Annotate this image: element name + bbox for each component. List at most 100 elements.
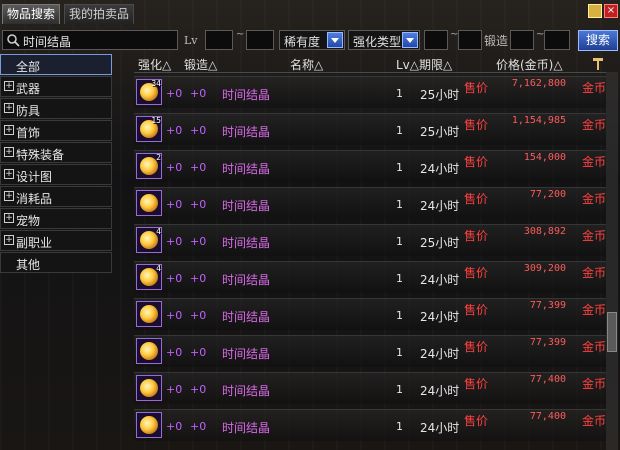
item-price: 154,000 <box>523 152 566 163</box>
enhance-value: +0 <box>166 235 183 248</box>
time-crystal-icon[interactable]: 4 <box>136 264 162 290</box>
item-term: 24小时 <box>420 384 460 398</box>
level-min-input[interactable] <box>205 30 233 50</box>
forge-max-input[interactable] <box>544 30 570 50</box>
crystal-orb-icon <box>140 194 158 212</box>
forge-value: +0 <box>190 272 207 285</box>
expand-plus-icon[interactable]: + <box>4 235 14 245</box>
scrollbar-thumb[interactable] <box>607 312 617 352</box>
table-row[interactable]: +0 +0 时间结晶 1 24小时 售价 77,399 金币 <box>134 298 606 330</box>
table-row[interactable]: 15 +0 +0 时间结晶 1 25小时 售价 1,154,985 金币 <box>134 113 606 145</box>
level-range-tilde: ~ <box>236 29 245 40</box>
expand-plus-icon[interactable]: + <box>4 103 14 113</box>
forge-value: +0 <box>190 346 207 359</box>
sidebar-item-blueprints[interactable]: + 设计图 <box>0 164 112 185</box>
rarity-dropdown[interactable]: 稀有度 <box>279 30 345 50</box>
crystal-orb-icon <box>140 305 158 323</box>
time-crystal-icon[interactable]: 4 <box>136 227 162 253</box>
item-name: 时间结晶 <box>222 236 271 250</box>
forge-min-input[interactable] <box>510 30 534 50</box>
forge-value: +0 <box>190 87 207 100</box>
currency-label: 金币 <box>581 81 606 95</box>
minimize-icon[interactable] <box>588 4 602 18</box>
sidebar-item-weapons[interactable]: + 武器 <box>0 76 112 97</box>
search-button[interactable]: 搜索 <box>578 30 618 51</box>
results-scrollbar[interactable] <box>606 72 618 450</box>
column-header-name[interactable]: 名称△ <box>290 56 323 73</box>
tab-my-auctions[interactable]: 我的拍卖品 <box>64 4 135 24</box>
item-price: 77,399 <box>529 300 566 311</box>
time-crystal-icon[interactable] <box>136 375 162 401</box>
time-crystal-icon[interactable] <box>136 301 162 327</box>
item-price: 309,200 <box>523 263 566 274</box>
expand-plus-icon[interactable]: + <box>4 81 14 91</box>
chevron-down-icon[interactable] <box>402 32 418 48</box>
time-crystal-icon[interactable] <box>136 338 162 364</box>
sidebar-item-consumables[interactable]: + 消耗品 <box>0 186 112 207</box>
enhance-value: +0 <box>166 198 183 211</box>
table-row[interactable]: 2 +0 +0 时间结晶 1 24小时 售价 154,000 金币 <box>134 150 606 182</box>
sidebar-item-accessories[interactable]: + 首饰 <box>0 120 112 141</box>
table-row[interactable]: +0 +0 时间结晶 1 24小时 售价 77,400 金币 <box>134 372 606 404</box>
hammer-icon[interactable] <box>592 57 604 71</box>
column-header-enhance[interactable]: 强化△ <box>138 56 171 73</box>
sidebar-item-other[interactable]: 其他 <box>0 252 112 273</box>
close-icon[interactable]: × <box>604 4 618 18</box>
table-row[interactable]: 4 +0 +0 时间结晶 1 24小时 售价 309,200 金币 <box>134 261 606 293</box>
time-crystal-icon[interactable]: 2 <box>136 153 162 179</box>
sale-label: 售价 <box>464 266 489 280</box>
currency-label: 金币 <box>581 229 606 243</box>
level-max-input[interactable] <box>246 30 274 50</box>
tab-item-search[interactable]: 物品搜索 <box>2 4 61 24</box>
sidebar-item-armor[interactable]: + 防具 <box>0 98 112 119</box>
item-level: 1 <box>396 309 403 322</box>
item-term: 24小时 <box>420 273 460 287</box>
forge-value: +0 <box>190 161 207 174</box>
column-header-forge[interactable]: 锻造△ <box>184 56 217 73</box>
time-crystal-icon[interactable]: 15 <box>136 116 162 142</box>
expand-plus-icon[interactable]: + <box>4 213 14 223</box>
forge-value: +0 <box>190 235 207 248</box>
sidebar-item-label: 防具 <box>16 104 41 118</box>
time-crystal-icon[interactable] <box>136 412 162 438</box>
search-query: 时间结晶 <box>23 35 72 49</box>
expand-plus-icon[interactable]: + <box>4 125 14 135</box>
sale-label: 售价 <box>464 303 489 317</box>
enhance-min-input[interactable] <box>424 30 448 50</box>
table-row[interactable]: +0 +0 时间结晶 1 24小时 售价 77,399 金币 <box>134 335 606 367</box>
table-row[interactable]: +0 +0 时间结晶 1 24小时 售价 77,400 金币 <box>134 409 606 441</box>
sidebar-item-label: 其他 <box>16 258 41 272</box>
table-row[interactable]: 4 +0 +0 时间结晶 1 25小时 售价 308,892 金币 <box>134 224 606 256</box>
column-header-price[interactable]: 价格(金币)△ <box>496 56 563 73</box>
rarity-label: 稀有度 <box>284 35 321 49</box>
sidebar-item-special-equipment[interactable]: + 特殊装备 <box>0 142 112 163</box>
item-price: 77,399 <box>529 337 566 348</box>
search-input[interactable]: 时间结晶 <box>2 30 178 50</box>
time-crystal-icon[interactable] <box>136 190 162 216</box>
item-stack-count: 15 <box>151 116 161 125</box>
sidebar-item-label: 消耗品 <box>16 192 53 206</box>
sidebar-item-subclass[interactable]: + 副职业 <box>0 230 112 251</box>
item-term: 24小时 <box>420 162 460 176</box>
expand-plus-icon[interactable]: + <box>4 191 14 201</box>
item-level: 1 <box>396 272 403 285</box>
column-header-level-term[interactable]: Lv△期限△ <box>396 56 452 73</box>
forge-value: +0 <box>190 309 207 322</box>
search-icon <box>7 34 20 47</box>
sidebar-item-all[interactable]: 全部 <box>0 54 112 75</box>
expand-plus-icon[interactable]: + <box>4 169 14 179</box>
table-row[interactable]: +0 +0 时间结晶 1 24小时 售价 77,200 金币 <box>134 187 606 219</box>
sidebar-item-label: 武器 <box>16 82 41 96</box>
crystal-orb-icon <box>140 342 158 360</box>
expand-plus-icon[interactable]: + <box>4 147 14 157</box>
enhance-max-input[interactable] <box>458 30 482 50</box>
time-crystal-icon[interactable]: 34 <box>136 79 162 105</box>
item-level: 1 <box>396 383 403 396</box>
currency-label: 金币 <box>581 377 606 391</box>
sidebar-item-pets[interactable]: + 宠物 <box>0 208 112 229</box>
item-term: 25小时 <box>420 125 460 139</box>
enhance-type-dropdown[interactable]: 强化类型 <box>348 30 420 50</box>
currency-label: 金币 <box>581 340 606 354</box>
chevron-down-icon[interactable] <box>327 32 343 48</box>
table-row[interactable]: 34 +0 +0 时间结晶 1 25小时 售价 7,162,800 金币 <box>134 76 606 108</box>
